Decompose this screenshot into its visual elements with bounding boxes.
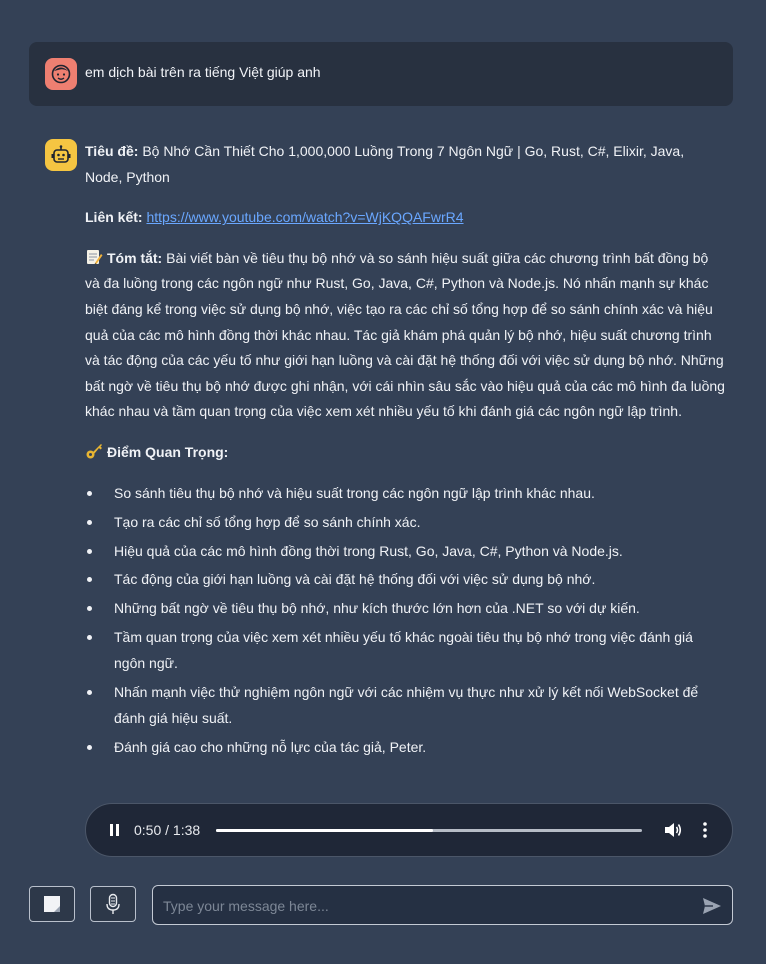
title-line: Tiêu đề: Bộ Nhớ Cần Thiết Cho 1,000,000 …: [85, 139, 725, 190]
robot-icon: [45, 139, 77, 171]
list-item: Nhấn mạnh việc thử nghiệm ngôn ngữ với c…: [85, 680, 725, 731]
bot-message: Tiêu đề: Bộ Nhớ Cần Thiết Cho 1,000,000 …: [85, 139, 725, 764]
title-label: Tiêu đề:: [85, 143, 139, 159]
send-icon[interactable]: [702, 896, 722, 916]
face-icon: [45, 58, 77, 90]
voice-button[interactable]: [90, 886, 136, 922]
audio-player: 0:50 / 1:38: [85, 803, 733, 857]
list-item: So sánh tiêu thụ bộ nhớ và hiệu suất tro…: [85, 481, 725, 507]
list-item: Hiệu quả của các mô hình đồng thời trong…: [85, 539, 725, 565]
key-icon: [86, 443, 102, 459]
volume-icon[interactable]: [664, 820, 682, 840]
audio-time: 0:50 / 1:38: [134, 822, 201, 838]
list-item: Đánh giá cao cho những nỗ lực của tác gi…: [85, 735, 725, 761]
user-message: em dịch bài trên ra tiếng Việt giúp anh: [29, 42, 733, 106]
more-vertical-icon[interactable]: [698, 820, 712, 840]
key-points-label: Điểm Quan Trọng:: [107, 443, 229, 460]
microphone-icon: [106, 893, 120, 914]
audio-seek-bar[interactable]: [216, 829, 642, 832]
link-line: Liên kết: https://www.youtube.com/watch?…: [85, 205, 725, 231]
memo-icon: [87, 249, 103, 265]
summary-text: Bài viết bàn về tiêu thụ bộ nhớ và so sá…: [85, 249, 725, 420]
summary-paragraph: Tóm tắt: Bài viết bàn về tiêu thụ bộ nhớ…: [85, 246, 725, 425]
list-item: Tầm quan trọng của việc xem xét nhiều yế…: [85, 625, 725, 676]
note-button[interactable]: [29, 886, 75, 922]
audio-progress-fill: [216, 829, 434, 832]
message-input-placeholder: Type your message here...: [163, 898, 329, 914]
note-icon: [44, 896, 60, 912]
title-text: Bộ Nhớ Cần Thiết Cho 1,000,000 Luồng Tro…: [85, 143, 685, 185]
summary-label: Tóm tắt:: [107, 249, 163, 266]
user-message-text: em dịch bài trên ra tiếng Việt giúp anh: [85, 64, 321, 80]
key-points-heading: Điểm Quan Trọng:: [85, 440, 725, 466]
link-label: Liên kết:: [85, 209, 143, 226]
key-points-list: So sánh tiêu thụ bộ nhớ và hiệu suất tro…: [85, 481, 725, 761]
pause-icon[interactable]: [108, 822, 122, 838]
list-item: Tác động của giới hạn luồng và cài đặt h…: [85, 567, 725, 593]
video-link[interactable]: https://www.youtube.com/watch?v=WjKQQAFw…: [146, 209, 463, 225]
list-item: Tạo ra các chỉ số tổng hợp để so sánh ch…: [85, 510, 725, 536]
list-item: Những bất ngờ về tiêu thụ bộ nhớ, như kí…: [85, 596, 725, 622]
message-input[interactable]: Type your message here...: [152, 885, 733, 925]
